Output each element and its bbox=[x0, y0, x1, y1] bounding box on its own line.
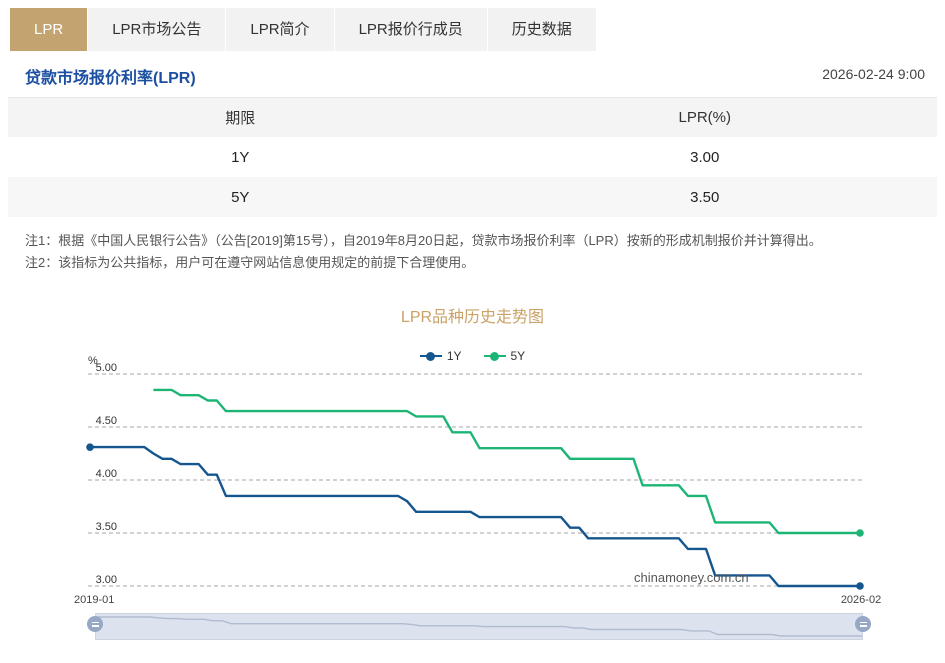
table-row: 5Y 3.50 bbox=[8, 177, 937, 217]
y-tick-label: 3.50 bbox=[96, 521, 117, 533]
tab-lpr[interactable]: LPR bbox=[10, 8, 87, 51]
y-tick-label: 3.00 bbox=[96, 574, 117, 586]
tab-lpr-panel-banks[interactable]: LPR报价行成员 bbox=[335, 8, 487, 51]
footnote-1: 注1：根据《中国人民银行公告》（公告[2019]第15号），自2019年8月20… bbox=[25, 230, 925, 252]
x-axis-start-label: 2019-01 bbox=[74, 594, 114, 606]
datazoom-right-handle[interactable] bbox=[855, 616, 871, 632]
term-cell: 5Y bbox=[8, 189, 473, 206]
chart-legend: 1Y 5Y bbox=[0, 349, 945, 363]
legend-marker-5y-icon bbox=[484, 352, 506, 361]
watermark: chinamoney.com.cn bbox=[634, 570, 749, 585]
series-line-5Y bbox=[153, 390, 860, 533]
series-line-1Y bbox=[90, 447, 860, 586]
legend-label: 5Y bbox=[511, 349, 526, 363]
y-tick-label: 5.00 bbox=[96, 362, 117, 374]
rate-cell: 3.50 bbox=[473, 189, 938, 206]
publish-timestamp: 2026-02-24 9:00 bbox=[822, 66, 925, 82]
col-header-rate: LPR(%) bbox=[473, 109, 938, 126]
legend-label: 1Y bbox=[447, 349, 462, 363]
term-cell: 1Y bbox=[8, 149, 473, 166]
y-tick-label: 4.50 bbox=[96, 415, 117, 427]
x-axis-end-label: 2026-02 bbox=[841, 594, 881, 606]
page-title: 贷款市场报价利率(LPR) bbox=[25, 64, 196, 88]
footnote-2: 注2：该指标为公共指标，用户可在遵守网站信息使用规定的前提下合理使用。 bbox=[25, 252, 925, 274]
datazoom-preview-line bbox=[96, 614, 862, 639]
datazoom-series-silhouette bbox=[96, 617, 862, 636]
tab-lpr-market-notice[interactable]: LPR市场公告 bbox=[88, 8, 225, 51]
legend-item-5y[interactable]: 5Y bbox=[484, 349, 526, 363]
lpr-rate-table: 期限 LPR(%) 1Y 3.00 5Y 3.50 bbox=[8, 97, 937, 217]
chart-title: LPR品种历史走势图 bbox=[0, 303, 945, 327]
table-row: 1Y 3.00 bbox=[8, 137, 937, 177]
series-end-dot-1Y bbox=[856, 582, 864, 590]
datazoom-slider-track[interactable] bbox=[95, 613, 863, 640]
col-header-term: 期限 bbox=[8, 107, 473, 128]
rate-cell: 3.00 bbox=[473, 149, 938, 166]
tab-bar: LPR LPR市场公告 LPR简介 LPR报价行成员 历史数据 bbox=[10, 8, 596, 51]
series-end-dot-5Y bbox=[856, 529, 864, 537]
table-header-row: 期限 LPR(%) bbox=[8, 98, 937, 137]
lpr-page: LPR LPR市场公告 LPR简介 LPR报价行成员 历史数据 贷款市场报价利率… bbox=[0, 0, 945, 663]
datazoom-left-handle[interactable] bbox=[87, 616, 103, 632]
legend-marker-1y-icon bbox=[420, 352, 442, 361]
series-start-dot-1Y bbox=[86, 443, 94, 451]
lpr-history-chart: 5.004.504.003.503.00%2019-012026-02 bbox=[0, 340, 945, 610]
footnotes: 注1：根据《中国人民银行公告》（公告[2019]第15号），自2019年8月20… bbox=[25, 230, 925, 274]
tab-lpr-intro[interactable]: LPR简介 bbox=[226, 8, 333, 51]
legend-item-1y[interactable]: 1Y bbox=[420, 349, 462, 363]
y-tick-label: 4.00 bbox=[96, 468, 117, 480]
tab-history-data[interactable]: 历史数据 bbox=[488, 8, 596, 51]
